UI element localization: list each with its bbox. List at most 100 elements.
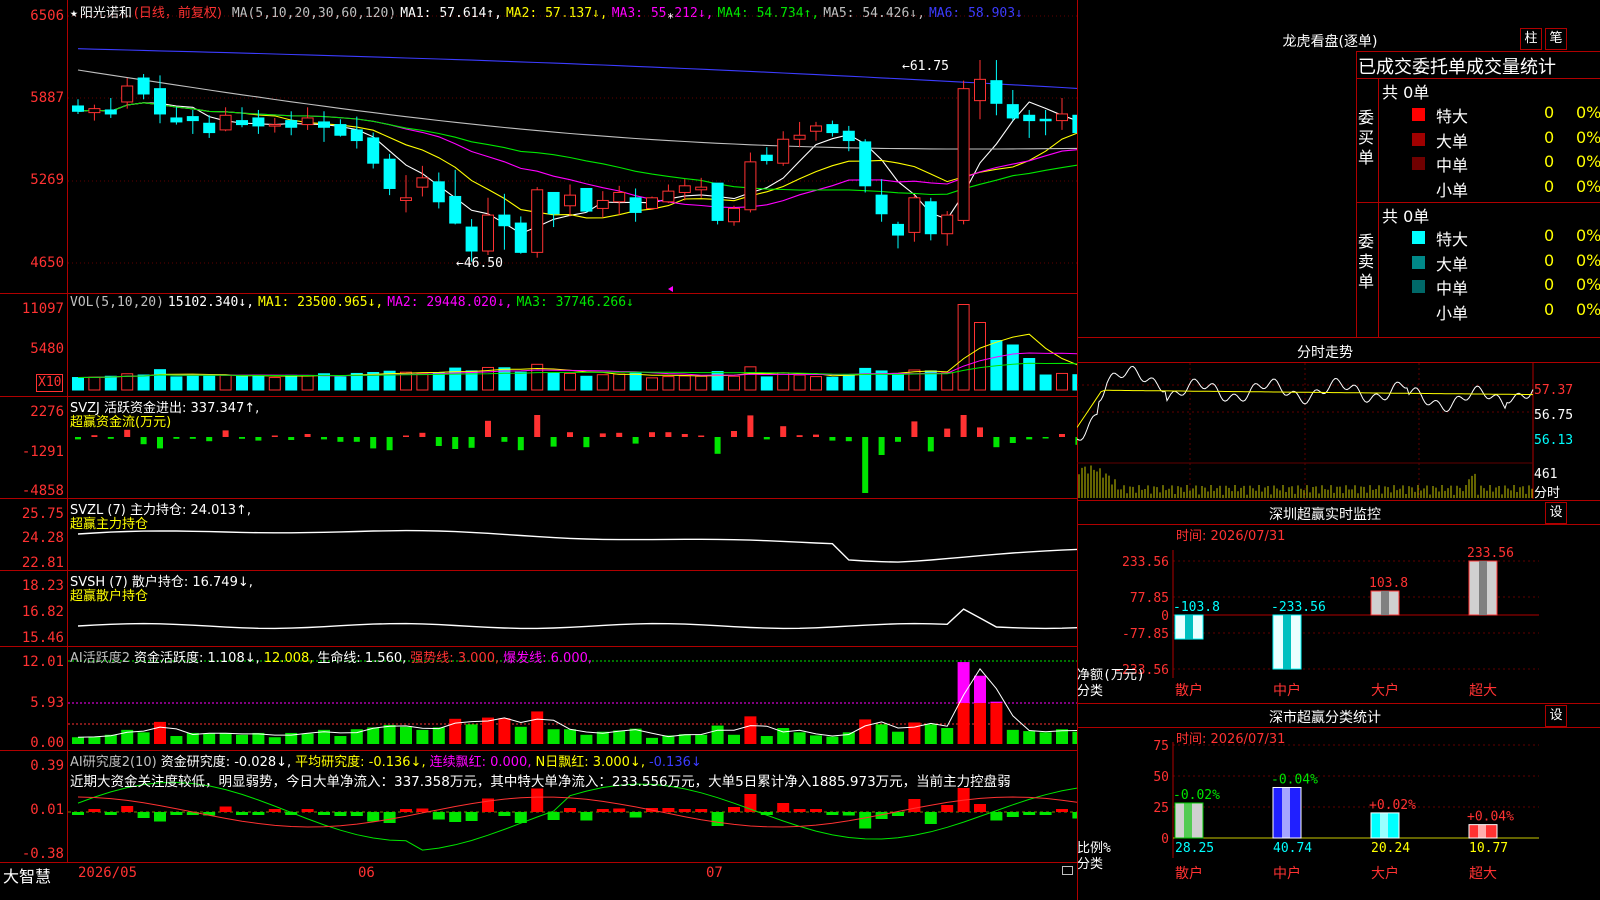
volume-bar (285, 374, 298, 391)
flow-bar (403, 435, 409, 437)
research-bar (1023, 812, 1036, 815)
flow-bar (829, 437, 836, 441)
monitor-settings-button[interactable]: 设 (1545, 502, 1567, 524)
activity-bar (744, 716, 757, 744)
research-bar (662, 808, 675, 812)
monitor-category: 散户 (1175, 682, 1203, 699)
intraday-chart[interactable] (1077, 363, 1600, 500)
volume-bar (596, 374, 609, 391)
brand-logo[interactable]: 大智慧 (3, 863, 51, 887)
lock-icon[interactable] (1062, 866, 1073, 875)
order-count: 0 (1544, 127, 1555, 147)
research-bar (547, 812, 560, 820)
flow-bar (747, 415, 754, 437)
candle-body (514, 222, 527, 253)
flow-bar (370, 437, 377, 449)
volume-bar (646, 377, 658, 391)
candle-body (793, 134, 806, 140)
research-bar (367, 812, 380, 822)
activity-bar (547, 729, 560, 744)
candle-body (941, 214, 954, 235)
monitor-bar-shade (1185, 615, 1193, 639)
order-type-label: 特大 (1436, 230, 1469, 249)
research-bar (908, 799, 921, 812)
order-count: 0 (1544, 152, 1555, 171)
vol-tick: 11097 (21, 301, 64, 317)
date-tick: 06 (358, 865, 375, 881)
flow-bar (763, 437, 770, 440)
flow-bar (960, 415, 967, 437)
activity-bar (72, 737, 84, 744)
sell-total: 共 0单 (1382, 207, 1430, 226)
order-percent: 0% (1576, 152, 1600, 171)
activity-bar (1006, 729, 1019, 744)
volume-bar (154, 369, 166, 391)
activity-bar (941, 728, 954, 744)
volume-bar (810, 376, 822, 391)
lhk-title: 龙虎看盘(逐单) (1282, 34, 1378, 50)
monitor-tick: 233.56 (1122, 555, 1169, 570)
research-bar (924, 812, 937, 824)
monitor-value-label: 233.56 (1467, 546, 1514, 561)
research-bar (793, 809, 806, 812)
research-bar (318, 812, 330, 815)
bar-view-button[interactable]: 柱 (1520, 28, 1542, 50)
order-type-label: 中单 (1436, 156, 1469, 175)
candle-body (137, 77, 150, 95)
flow-bar (501, 437, 508, 442)
research-bar (564, 808, 576, 812)
candle-body (711, 182, 724, 221)
sell-side-label: 委卖单 (1358, 232, 1375, 291)
research-bar (498, 812, 511, 816)
flow-bar (1009, 437, 1016, 443)
activity-bar (826, 736, 839, 744)
candle-body (88, 108, 101, 114)
research-bar (121, 806, 134, 812)
candle-body (334, 124, 347, 136)
candle-body (547, 191, 560, 215)
volume-bar (432, 371, 445, 391)
flow-bar (599, 433, 606, 437)
svsh-tick: 16.82 (21, 604, 64, 620)
candle-body (252, 117, 265, 127)
stats-bar-shade (1478, 824, 1486, 838)
order-percent: 0% (1576, 176, 1600, 196)
flow-bar (189, 437, 196, 439)
svsh-tick: 15.46 (21, 630, 64, 646)
stats-change-label: +0.02% (1369, 798, 1416, 813)
candle-body (449, 195, 462, 224)
flow-bar (419, 432, 426, 437)
low-price-annotation: ←46.50 (456, 256, 503, 271)
flow-bar (321, 437, 327, 440)
kline-chart-area[interactable]: 6506 5887 5269 4650 ★ 阳光诺和 (日线，前复权) MA(5,1… (0, 0, 1077, 900)
volume-bar (219, 374, 232, 391)
flow-bar (911, 421, 918, 437)
svzl-tick: 25.75 (21, 506, 64, 522)
activity-bar (957, 662, 970, 704)
legend-item: 12.008, (263, 651, 314, 666)
monitor-chart: 233.5677.850-77.85-233.56-103.8散户-233.56… (1077, 546, 1539, 699)
activity-bar (810, 735, 822, 744)
activity-bar (137, 732, 150, 744)
order-percent: 0% (1576, 127, 1600, 147)
svzj-subtitle: 超赢资金流(万元) (70, 415, 172, 430)
pen-view-button[interactable]: 笔 (1545, 28, 1567, 50)
stats-ylabel: 比例% (1077, 841, 1111, 856)
order-row: 大单 0 0% (1412, 251, 1600, 274)
stats-change-label: -0.02% (1173, 788, 1220, 803)
flow-bar (222, 430, 229, 437)
stats-settings-button[interactable]: 设 (1545, 705, 1567, 727)
research-bar (465, 812, 478, 821)
flow-bar (452, 437, 459, 449)
research-bar (777, 803, 790, 812)
candle-body (1039, 118, 1052, 122)
flow-bar (288, 437, 295, 440)
volume-bar (842, 374, 855, 391)
volume-bar (793, 374, 806, 391)
activity-bar (613, 730, 626, 744)
activity-bar (498, 718, 511, 744)
stats-tick: 0 (1161, 832, 1169, 847)
flow-bar (337, 437, 344, 442)
research-bar (350, 812, 363, 816)
intraday-price-tick: 56.13 (1534, 433, 1574, 448)
